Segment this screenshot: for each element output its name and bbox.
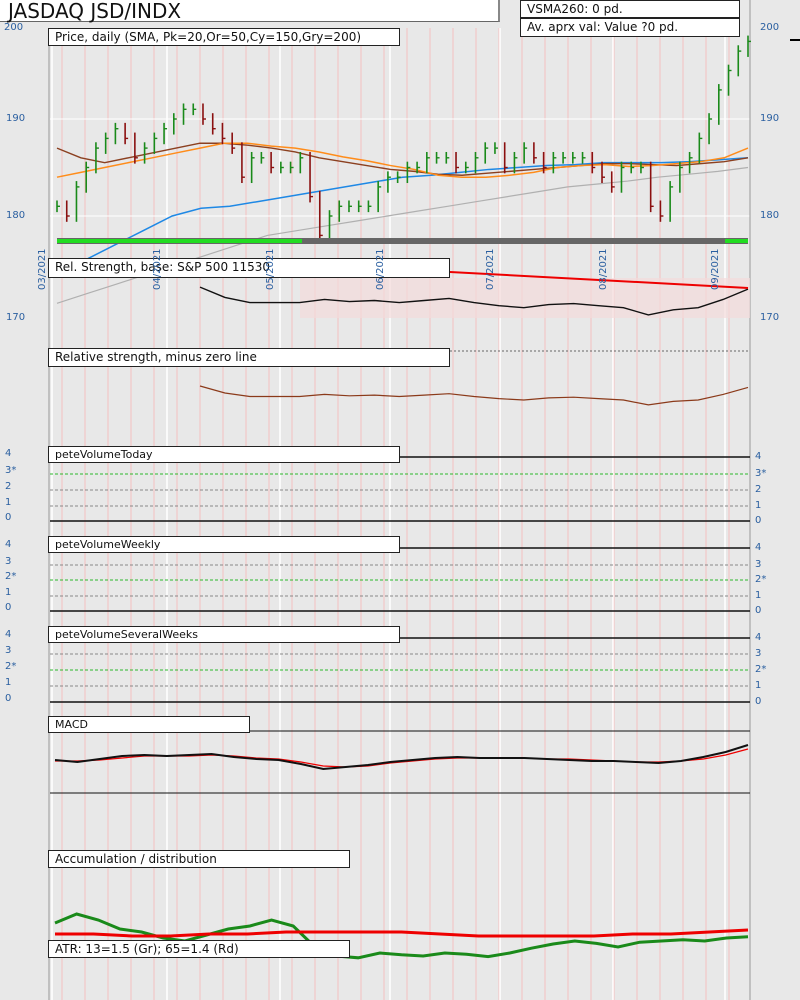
price-tick-170-right: 170	[760, 312, 780, 323]
volume-tick-right: 0	[755, 515, 762, 526]
volume-tick-right: 3	[755, 648, 762, 659]
rs-zero-panel-title: Relative strength, minus zero line	[48, 348, 450, 367]
price-tick-180-right: 180	[760, 210, 780, 221]
volume-tick-left: 4	[5, 629, 12, 640]
macd-signal-line	[55, 748, 749, 768]
month-label: 06/2021	[375, 248, 386, 290]
price-tick-170: 170	[6, 312, 26, 323]
volume-tick-right: 0	[755, 696, 762, 707]
atr-title: ATR: 13=1.5 (Gr); 65=1.4 (Rd)	[48, 940, 350, 958]
month-label: 04/2021	[152, 248, 163, 290]
average-value-info: Av. aprx val: Value ?0 pd.	[520, 18, 740, 37]
price-tick-200: 200	[4, 22, 24, 33]
volume-tick-left: 0	[5, 602, 12, 613]
volume-tick-right: 0	[755, 605, 762, 616]
accumulation-title: Accumulation / distribution	[48, 850, 350, 868]
volume-tick-right: 1	[755, 500, 762, 511]
volume-tick-left: 4	[5, 448, 12, 459]
price-tick-200-right: 200	[760, 22, 780, 33]
trend-strip-green-end	[725, 239, 748, 243]
volume-tick-right: 1	[755, 680, 762, 691]
atr-line	[55, 928, 749, 938]
volume-tick-right: 2*	[755, 574, 767, 585]
month-label: 07/2021	[485, 248, 496, 290]
month-label: 03/2021	[37, 248, 48, 290]
rs-zero-line	[199, 385, 749, 406]
rs-panel-title: Rel. Strength, base: S&P 500 11530	[48, 258, 450, 278]
price-tick-180: 180	[6, 210, 26, 221]
volume-several-weeks-title: peteVolumeSeveralWeeks	[48, 626, 400, 643]
sma150-line	[56, 142, 749, 176]
volume-tick-left: 0	[5, 693, 12, 704]
volume-tick-left: 2*	[5, 661, 17, 672]
volume-tick-right: 2*	[755, 664, 767, 675]
volume-tick-left: 1	[5, 497, 12, 508]
month-label: 09/2021	[710, 248, 721, 290]
volume-tick-right: 4	[755, 451, 762, 462]
volume-tick-left: 3	[5, 556, 12, 567]
volume-tick-left: 2*	[5, 571, 17, 582]
volume-tick-left: 3	[5, 645, 12, 656]
price-panel-title: Price, daily (SMA, Pk=20,Or=50,Cy=150,Gr…	[48, 28, 400, 46]
trend-strip-green	[57, 239, 302, 243]
volume-today-title: peteVolumeToday	[48, 446, 400, 463]
volume-tick-right: 4	[755, 542, 762, 553]
volume-tick-right: 2	[755, 484, 762, 495]
price-tick-190: 190	[6, 113, 26, 124]
volume-tick-right: 4	[755, 632, 762, 643]
vsma-info: VSMA260: 0 pd.	[520, 0, 740, 18]
volume-tick-right: 3*	[755, 468, 767, 479]
volume-tick-left: 2	[5, 481, 12, 492]
volume-tick-left: 1	[5, 677, 12, 688]
month-label: 08/2021	[598, 248, 609, 290]
macd-line	[54, 744, 749, 771]
price-tick-190-right: 190	[760, 113, 780, 124]
volume-tick-left: 0	[5, 512, 12, 523]
volume-tick-left: 1	[5, 587, 12, 598]
volume-tick-left: 3*	[5, 465, 17, 476]
macd-title: MACD	[48, 716, 250, 733]
volume-weekly-title: peteVolumeWeekly	[48, 536, 400, 553]
sma50-line	[56, 142, 749, 178]
chart-title: JASDAQ JSD/INDX	[0, 0, 500, 22]
volume-tick-left: 4	[5, 539, 12, 550]
month-label: 05/2021	[265, 248, 276, 290]
volume-tick-right: 1	[755, 590, 762, 601]
volume-tick-right: 3	[755, 559, 762, 570]
